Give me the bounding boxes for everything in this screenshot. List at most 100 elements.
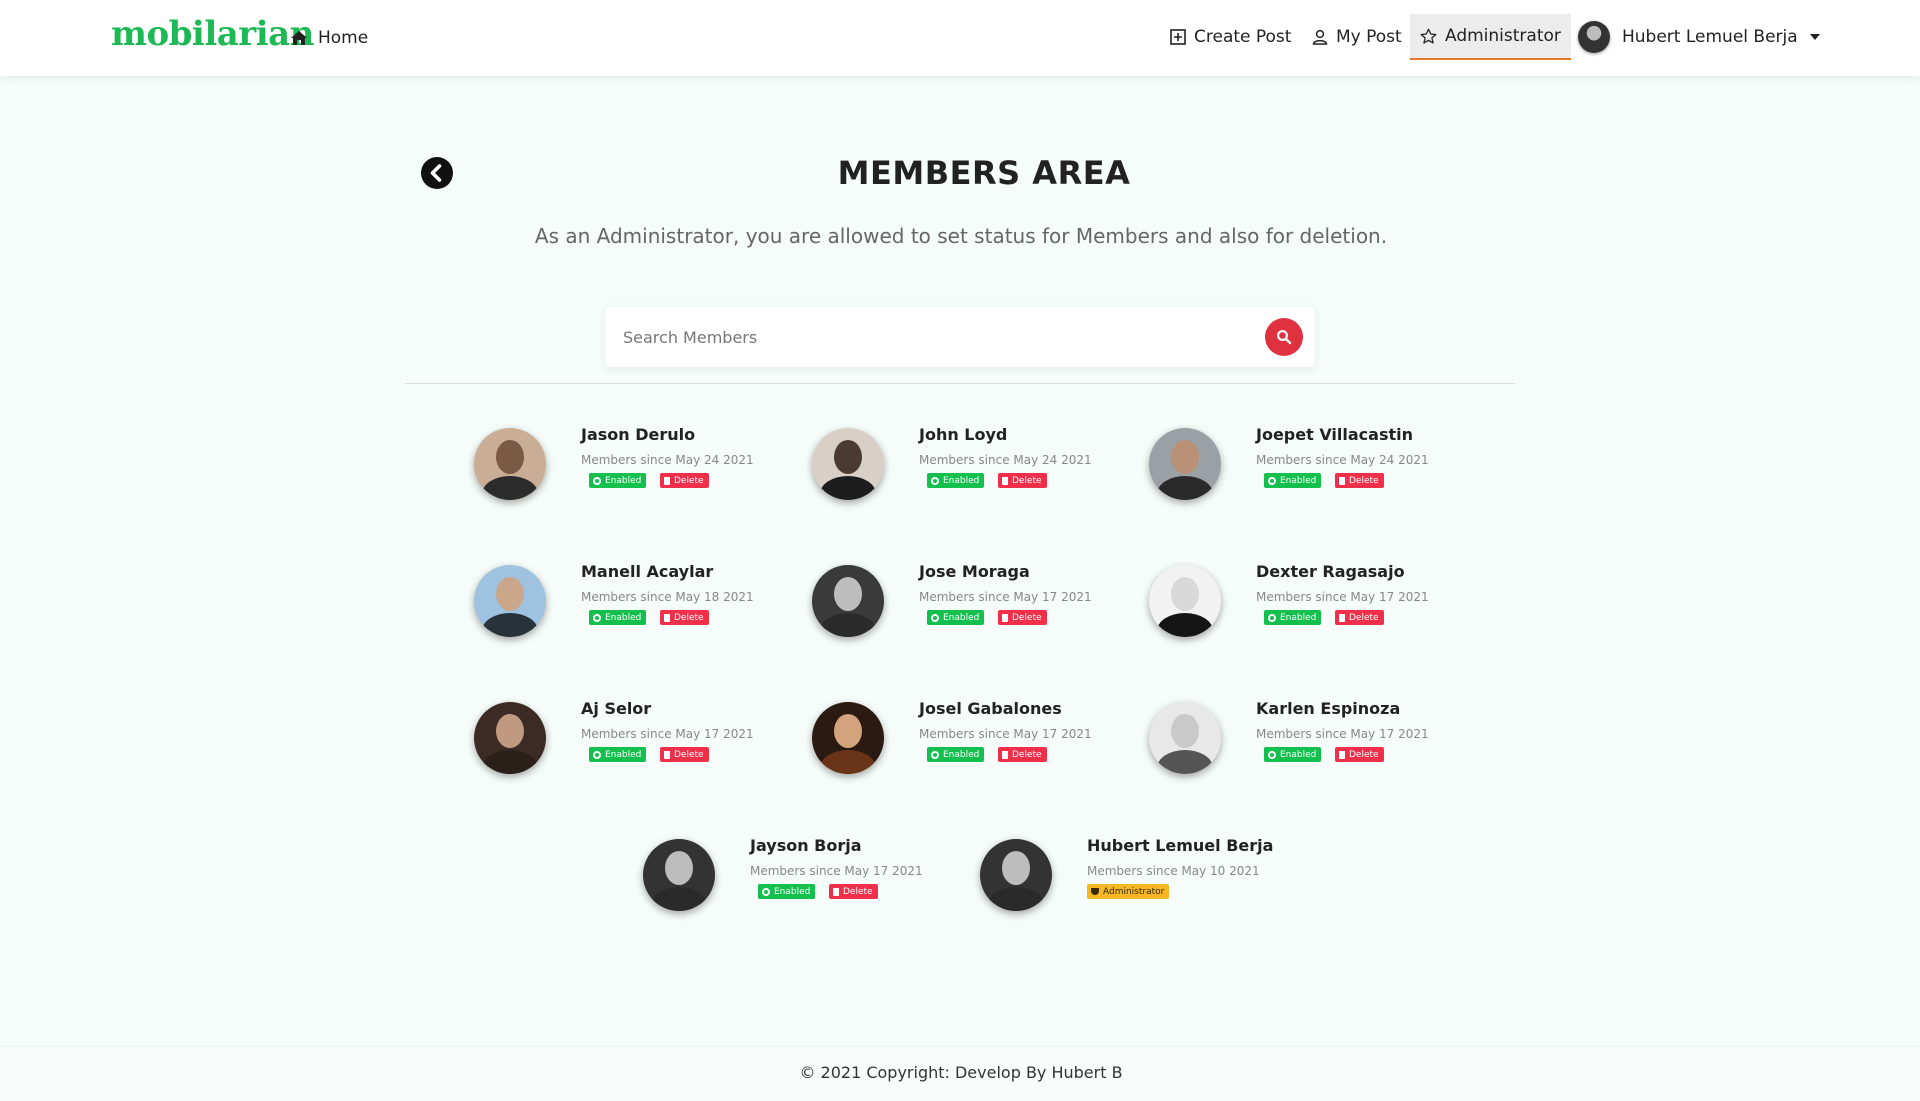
member-card: Jason Derulo Members since May 24 2021 Ena… bbox=[474, 425, 804, 505]
delete-label: Delete bbox=[1012, 749, 1042, 760]
trash-icon bbox=[1339, 476, 1345, 485]
member-avatar bbox=[1149, 565, 1221, 637]
delete-member-button[interactable]: Delete bbox=[1335, 747, 1384, 762]
enabled-label: Enabled bbox=[1280, 749, 1317, 760]
gear-icon bbox=[593, 476, 601, 485]
avatar-shoulders bbox=[1157, 476, 1213, 500]
enabled-toggle-button[interactable]: Enabled bbox=[927, 473, 985, 488]
avatar-head bbox=[834, 577, 862, 611]
trash-icon bbox=[1339, 613, 1345, 622]
delete-label: Delete bbox=[1012, 612, 1042, 623]
delete-member-button[interactable]: Delete bbox=[660, 747, 709, 762]
enabled-toggle-button[interactable]: Enabled bbox=[589, 473, 647, 488]
avatar-head bbox=[1002, 851, 1030, 885]
avatar-shoulders bbox=[820, 476, 876, 500]
delete-label: Delete bbox=[843, 886, 873, 897]
gear-icon bbox=[593, 750, 601, 759]
user-menu-dropdown[interactable]: Hubert Lemuel Berja bbox=[1578, 20, 1820, 54]
member-name: Aj Selor bbox=[581, 699, 652, 718]
enabled-toggle-button[interactable]: Enabled bbox=[589, 610, 647, 625]
avatar-head bbox=[1171, 440, 1199, 474]
avatar-head bbox=[1171, 714, 1199, 748]
enabled-toggle-button[interactable]: Enabled bbox=[927, 610, 985, 625]
member-since: Members since May 17 2021 bbox=[581, 727, 754, 741]
member-name: Karlen Espinoza bbox=[1256, 699, 1401, 718]
avatar-shoulders bbox=[482, 476, 538, 500]
member-avatar bbox=[643, 839, 715, 911]
member-name: Jayson Borja bbox=[750, 836, 862, 855]
enabled-label: Enabled bbox=[605, 475, 642, 486]
member-avatar bbox=[474, 428, 546, 500]
member-since: Members since May 10 2021 bbox=[1087, 864, 1260, 878]
administrator-badge-label: Administrator bbox=[1103, 886, 1165, 897]
footer: © 2021 Copyright: Develop By Hubert B bbox=[0, 1046, 1920, 1101]
gear-icon bbox=[762, 887, 770, 896]
delete-member-button[interactable]: Delete bbox=[1335, 473, 1384, 488]
gear-icon bbox=[931, 476, 939, 485]
enabled-label: Enabled bbox=[774, 886, 811, 897]
enabled-toggle-button[interactable]: Enabled bbox=[589, 747, 647, 762]
member-avatar bbox=[1149, 428, 1221, 500]
nav-home-link[interactable]: Home bbox=[290, 24, 368, 52]
trash-icon bbox=[664, 613, 670, 622]
brand-logo[interactable]: mobilarian bbox=[111, 14, 314, 54]
enabled-toggle-button[interactable]: Enabled bbox=[1264, 610, 1322, 625]
enabled-label: Enabled bbox=[943, 612, 980, 623]
avatar-head bbox=[496, 440, 524, 474]
member-since: Members since May 17 2021 bbox=[750, 864, 923, 878]
avatar-shoulders bbox=[1157, 613, 1213, 637]
navbar: mobilarian Home Create Post My Post Admi… bbox=[0, 0, 1920, 76]
delete-member-button[interactable]: Delete bbox=[998, 473, 1047, 488]
member-since: Members since May 24 2021 bbox=[919, 453, 1092, 467]
member-since: Members since May 17 2021 bbox=[919, 590, 1092, 604]
avatar-head bbox=[834, 714, 862, 748]
enabled-toggle-button[interactable]: Enabled bbox=[1264, 473, 1322, 488]
member-avatar bbox=[474, 565, 546, 637]
plus-square-icon bbox=[1170, 29, 1186, 45]
member-avatar bbox=[1149, 702, 1221, 774]
member-card: Joepet Villacastin Members since May 24 2… bbox=[1149, 425, 1479, 505]
home-icon bbox=[291, 31, 307, 45]
avatar-shoulders bbox=[820, 750, 876, 774]
member-card: Hubert Lemuel Berja Members since May 10 … bbox=[980, 836, 1310, 916]
avatar-shoulders bbox=[988, 887, 1044, 911]
gear-icon bbox=[931, 613, 939, 622]
star-icon bbox=[1420, 28, 1437, 44]
member-card: Jayson Borja Members since May 17 2021 Ena… bbox=[643, 836, 973, 916]
member-avatar bbox=[980, 839, 1052, 911]
search-button[interactable] bbox=[1265, 318, 1303, 356]
member-card: Dexter Ragasajo Members since May 17 2021… bbox=[1149, 562, 1479, 642]
trophy-icon bbox=[1091, 888, 1099, 895]
enabled-toggle-button[interactable]: Enabled bbox=[927, 747, 985, 762]
page-subtitle: As an Administrator, you are allowed to … bbox=[534, 224, 1388, 248]
member-since: Members since May 17 2021 bbox=[1256, 590, 1429, 604]
enabled-toggle-button[interactable]: Enabled bbox=[758, 884, 816, 899]
user-avatar bbox=[1578, 21, 1610, 53]
member-avatar bbox=[812, 565, 884, 637]
delete-member-button[interactable]: Delete bbox=[660, 610, 709, 625]
nav-my-post-label: My Post bbox=[1336, 27, 1402, 47]
nav-administrator-link[interactable]: Administrator bbox=[1410, 14, 1571, 60]
delete-member-button[interactable]: Delete bbox=[829, 884, 878, 899]
divider bbox=[405, 383, 1515, 384]
delete-member-button[interactable]: Delete bbox=[660, 473, 709, 488]
member-card: John Loyd Members since May 24 2021 Enable… bbox=[812, 425, 1142, 505]
trash-icon bbox=[1002, 750, 1008, 759]
delete-label: Delete bbox=[1349, 475, 1379, 486]
avatar-head bbox=[496, 577, 524, 611]
nav-create-post-label: Create Post bbox=[1194, 27, 1292, 47]
nav-create-post-link[interactable]: Create Post bbox=[1160, 14, 1301, 60]
member-card: Aj Selor Members since May 17 2021 Enabled… bbox=[474, 699, 804, 779]
enabled-label: Enabled bbox=[943, 749, 980, 760]
delete-member-button[interactable]: Delete bbox=[1335, 610, 1384, 625]
avatar-shoulders bbox=[651, 887, 707, 911]
enabled-toggle-button[interactable]: Enabled bbox=[1264, 747, 1322, 762]
member-avatar bbox=[474, 702, 546, 774]
delete-member-button[interactable]: Delete bbox=[998, 747, 1047, 762]
search-input[interactable] bbox=[623, 321, 1233, 353]
gear-icon bbox=[593, 613, 601, 622]
trash-icon bbox=[664, 476, 670, 485]
nav-my-post-link[interactable]: My Post bbox=[1302, 14, 1412, 60]
delete-member-button[interactable]: Delete bbox=[998, 610, 1047, 625]
member-name: Jose Moraga bbox=[919, 562, 1030, 581]
